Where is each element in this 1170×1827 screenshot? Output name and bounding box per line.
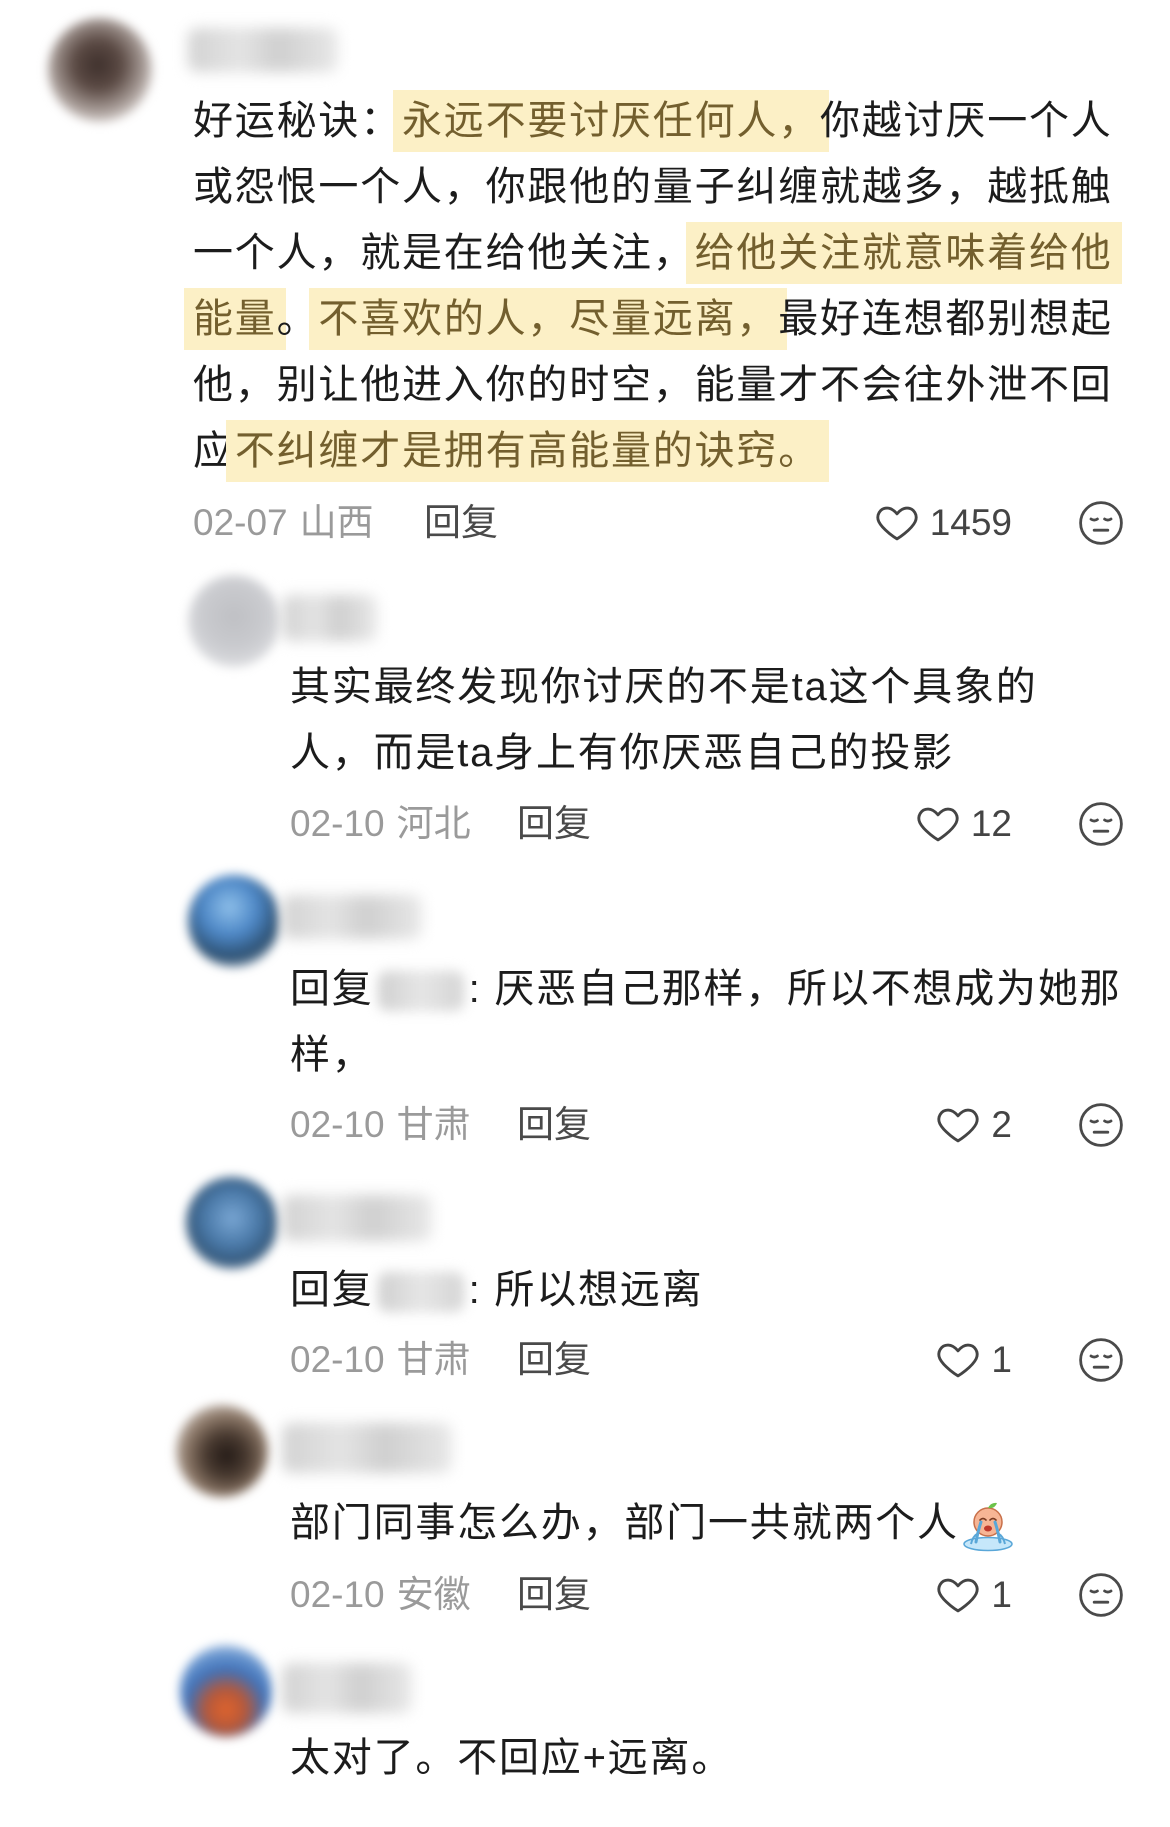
text-line: 回复 : 所以想远离 <box>290 1257 703 1323</box>
dislike-face-icon[interactable] <box>1077 1336 1125 1384</box>
comment-date: 02-10 <box>290 1339 385 1380</box>
like-count: 2 <box>991 1104 1012 1145</box>
text-line: 应不纠缠才是拥有高能量的诀窍。 <box>193 418 1113 484</box>
text-segment: 或怨恨一个人，你跟他的量子纠缠就越多，越抵触 <box>193 165 1113 209</box>
text-segment: 样， <box>290 1033 374 1077</box>
like-count: 12 <box>970 803 1012 844</box>
username[interactable] <box>282 895 422 939</box>
text-segment: 他，别让他进入你的时空，能量才不会往外泄不回 <box>193 363 1113 407</box>
text-segment: 回复 <box>290 1268 374 1312</box>
text-segment: 你越讨厌一个人 <box>820 99 1113 143</box>
username[interactable] <box>282 1663 412 1713</box>
like-button[interactable]: 12 <box>915 799 1012 849</box>
text-line: 其实最终发现你讨厌的不是ta这个具象的 <box>290 654 1038 720</box>
comment-date: 02-07 <box>193 502 288 543</box>
mentioned-username[interactable] <box>377 1272 464 1313</box>
highlighted-text: 永远不要讨厌任何人， <box>393 90 829 152</box>
comment-meta: 02-10 甘肃 回复 <box>290 1100 591 1150</box>
reply-button[interactable]: 回复 <box>517 799 591 849</box>
heart-outline-icon <box>935 1337 981 1383</box>
heart-outline-icon <box>915 801 961 847</box>
text-line: 回复 : 厌恶自己那样，所以不想成为她那 <box>290 956 1121 1022</box>
dislike-face-icon[interactable] <box>1077 800 1125 848</box>
like-count: 1459 <box>929 502 1012 543</box>
highlighted-text: 不喜欢的人，尽量远离， <box>309 288 788 350</box>
text-line: 或怨恨一个人，你跟他的量子纠缠就越多，越抵触 <box>193 154 1113 220</box>
heart-outline-icon <box>935 1102 981 1148</box>
reply-button[interactable]: 回复 <box>517 1100 591 1150</box>
comment-text: 好运秘诀：永远不要讨厌任何人，你越讨厌一个人 或怨恨一个人，你跟他的量子纠缠就越… <box>184 88 1122 484</box>
comment-meta: 02-10 甘肃 回复 <box>290 1335 591 1385</box>
username[interactable] <box>282 1423 452 1473</box>
like-button[interactable]: 1459 <box>874 498 1012 548</box>
text-line: 部门同事怎么办，部门一共就两个人 <box>290 1490 1015 1556</box>
username[interactable] <box>282 595 377 641</box>
user-avatar[interactable] <box>186 1177 278 1269</box>
text-line: 他，别让他进入你的时空，能量才不会往外泄不回 <box>193 352 1113 418</box>
text-segment: 人，而是ta身上有你厌恶自己的投影 <box>290 731 954 775</box>
reply-button[interactable]: 回复 <box>517 1335 591 1385</box>
comment-date: 02-10 <box>290 803 385 844</box>
heart-outline-icon <box>874 500 920 546</box>
comment-region: 安徽 <box>396 1574 471 1615</box>
highlighted-text: 能量 <box>184 288 286 350</box>
comment-text: 其实最终发现你讨厌的不是ta这个具象的 人，而是ta身上有你厌恶自己的投影 <box>290 654 1038 786</box>
like-count: 1 <box>991 1339 1012 1380</box>
comment-meta: 02-10 河北 回复 <box>290 799 591 849</box>
text-line: 能量。不喜欢的人，尽量远离，最好连想都别想起 <box>184 286 1113 352</box>
text-segment: : 所以想远离 <box>468 1268 704 1312</box>
dislike-face-icon[interactable] <box>1077 1101 1125 1149</box>
text-line: 人，而是ta身上有你厌恶自己的投影 <box>290 720 1038 786</box>
mentioned-username[interactable] <box>377 971 464 1012</box>
comment-region: 河北 <box>396 803 471 844</box>
reply-button[interactable]: 回复 <box>424 498 498 548</box>
user-avatar[interactable] <box>176 1405 268 1497</box>
text-line: 一个人，就是在给他关注，给他关注就意味着给他 <box>193 220 1122 286</box>
text-segment: 回复 <box>290 967 374 1011</box>
heart-outline-icon <box>935 1572 981 1618</box>
text-segment: 太对了。不回应+远离。 <box>290 1736 734 1780</box>
comment-date: 02-10 <box>290 1574 385 1615</box>
username[interactable] <box>282 1195 432 1241</box>
text-segment: 一个人，就是在给他关注， <box>193 231 695 275</box>
comment-meta: 02-10 安徽 回复 <box>290 1570 591 1620</box>
crying-emoji-icon <box>961 1498 1015 1552</box>
text-line: 太对了。不回应+远离。 <box>290 1725 733 1791</box>
user-avatar[interactable] <box>188 575 280 667</box>
text-segment: 其实最终发现你讨厌的不是ta这个具象的 <box>290 665 1038 709</box>
comment-meta: 02-07 山西 回复 <box>193 498 498 548</box>
dislike-face-icon[interactable] <box>1077 499 1125 547</box>
text-segment: : 厌恶自己那样，所以不想成为她那 <box>468 967 1122 1011</box>
text-segment: 部门同事怎么办，部门一共就两个人 <box>290 1501 959 1545</box>
reply-button[interactable]: 回复 <box>517 1570 591 1620</box>
like-button[interactable]: 2 <box>935 1100 1012 1150</box>
like-button[interactable]: 1 <box>935 1335 1012 1385</box>
comment-text: 回复 : 厌恶自己那样，所以不想成为她那 样， <box>290 956 1121 1088</box>
highlighted-text: 不纠缠才是拥有高能量的诀窍。 <box>225 420 830 482</box>
user-avatar[interactable] <box>180 1645 272 1737</box>
comment-text: 部门同事怎么办，部门一共就两个人 <box>290 1490 1015 1556</box>
comment-date: 02-10 <box>290 1104 385 1145</box>
dislike-face-icon[interactable] <box>1077 1571 1125 1619</box>
text-segment: 好运秘诀： <box>193 99 402 143</box>
like-button[interactable]: 1 <box>935 1570 1012 1620</box>
like-count: 1 <box>991 1574 1012 1615</box>
user-avatar[interactable] <box>48 18 152 122</box>
comment-region: 甘肃 <box>396 1104 471 1145</box>
comment-text: 太对了。不回应+远离。 <box>290 1725 733 1791</box>
user-avatar[interactable] <box>188 875 280 967</box>
text-segment: 最好连想都别想起 <box>778 297 1113 341</box>
highlighted-text: 给他关注就意味着给他 <box>685 222 1122 284</box>
comment-region: 山西 <box>299 502 374 543</box>
comment-text: 回复 : 所以想远离 <box>290 1257 703 1323</box>
comment-region: 甘肃 <box>396 1339 471 1380</box>
text-line: 好运秘诀：永远不要讨厌任何人，你越讨厌一个人 <box>193 88 1113 154</box>
username[interactable] <box>188 28 338 72</box>
text-line: 样， <box>290 1022 1121 1088</box>
